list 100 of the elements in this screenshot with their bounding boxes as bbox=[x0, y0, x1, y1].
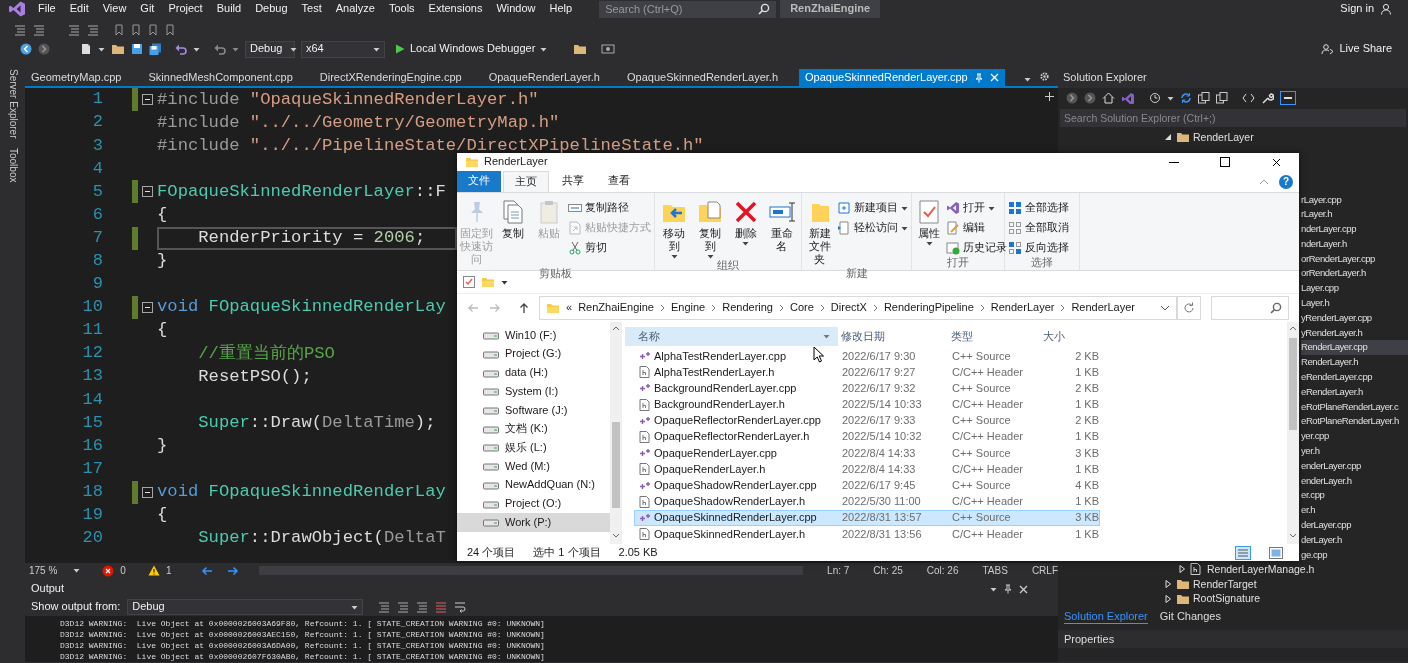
search-field[interactable]: Search Solution Explorer (Ctrl+;) bbox=[1060, 109, 1406, 127]
chevron-down-icon[interactable] bbox=[1160, 305, 1170, 311]
maximize-icon[interactable] bbox=[1220, 157, 1230, 167]
ribbon-button[interactable]: 打开 bbox=[946, 200, 1007, 216]
menu-item[interactable]: Extensions bbox=[421, 2, 490, 16]
file-row[interactable]: OpaqueReflectorRenderLayer.cpp 2022/6/17 9:33 C++ Source 2 KB bbox=[634, 412, 1100, 429]
tree-item[interactable]: derLayer.cpp bbox=[1301, 517, 1408, 533]
lines-icon[interactable] bbox=[87, 24, 99, 36]
panel-tab[interactable]: Solution Explorer bbox=[1064, 609, 1148, 625]
vs-logo-icon[interactable] bbox=[8, 0, 26, 18]
breadcrumb[interactable]: RenderLayer bbox=[1071, 301, 1135, 315]
tree-item[interactable]: yRenderLayer.h bbox=[1301, 324, 1408, 340]
tree-item[interactable]: rLayer.cpp bbox=[1301, 191, 1408, 207]
ribbon-button[interactable]: 复制到 bbox=[693, 196, 727, 260]
overflow-marker[interactable]: « bbox=[566, 301, 573, 315]
document-tab[interactable]: OpaqueSkinnedRenderLayer.cpp bbox=[799, 69, 1005, 86]
help-button[interactable]: ? bbox=[1279, 174, 1293, 189]
ribbon-button[interactable]: 删除 bbox=[729, 196, 763, 260]
close-icon[interactable] bbox=[1271, 157, 1281, 167]
bookmark-icon[interactable] bbox=[114, 24, 124, 36]
bookmark-icon[interactable] bbox=[131, 24, 141, 36]
file-row[interactable]: BackgroundRenderLayer.cpp 2022/6/17 9:32 C++ Source 2 KB bbox=[634, 380, 1100, 397]
person-icon[interactable] bbox=[1380, 3, 1392, 15]
code-icon[interactable] bbox=[1242, 92, 1255, 104]
folder-icon[interactable] bbox=[111, 43, 125, 55]
caret-icon[interactable] bbox=[990, 586, 997, 592]
wrap-icon[interactable] bbox=[454, 601, 467, 613]
ribbon-tab[interactable]: 共享 bbox=[551, 171, 595, 192]
file-row[interactable]: OpaqueShadowRenderLayer.cpp 2022/6/17 9:45 C++ Source 4 KB bbox=[634, 477, 1100, 494]
properties-icon[interactable] bbox=[463, 276, 475, 288]
ribbon-button[interactable]: 复制 bbox=[496, 196, 529, 267]
search-field[interactable] bbox=[1211, 296, 1289, 320]
collapsed-arrow-icon[interactable] bbox=[1162, 593, 1173, 604]
output-source-dropdown[interactable]: Debug bbox=[127, 599, 364, 615]
file-row[interactable]: OpaqueSkinnedRenderLayer.h 2022/8/31 13:56 C/C++ Header 1 KB bbox=[634, 526, 1100, 543]
collapse-icon[interactable] bbox=[142, 186, 153, 198]
nav-item[interactable]: NewAddQuan (N:) bbox=[457, 475, 610, 495]
collapsed-arrow-icon[interactable] bbox=[1162, 578, 1173, 589]
breadcrumb[interactable]: Rendering bbox=[722, 301, 773, 315]
nav-item[interactable]: Work (P:) bbox=[457, 512, 610, 532]
ribbon-button[interactable]: 历史记录 bbox=[946, 240, 1007, 256]
error-icon[interactable] bbox=[102, 564, 115, 577]
tree-item[interactable]: enderLayer.h bbox=[1301, 472, 1408, 488]
tree-item[interactable]: RenderTarget bbox=[1058, 576, 1408, 592]
tree-item[interactable]: Layer.h bbox=[1301, 295, 1408, 311]
forward-arrow-icon[interactable] bbox=[227, 565, 240, 576]
caret-icon[interactable] bbox=[1167, 95, 1174, 101]
lines-icon[interactable] bbox=[14, 24, 26, 36]
file-row[interactable]: OpaqueSkinnedRenderLayer.cpp 2022/8/31 13:57 C++ Source 3 KB bbox=[634, 509, 1100, 527]
caret-icon[interactable] bbox=[1024, 77, 1031, 82]
forward-icon[interactable] bbox=[1084, 92, 1096, 104]
menu-item[interactable]: Window bbox=[489, 2, 543, 16]
ribbon-button[interactable]: 轻松访问 bbox=[837, 220, 908, 236]
file-row[interactable]: OpaqueRenderLayer.cpp 2022/8/4 14:33 C++ Source 3 KB bbox=[634, 445, 1100, 462]
collapsed-arrow-icon[interactable] bbox=[1176, 564, 1187, 575]
column-header[interactable]: 类型 bbox=[948, 327, 1040, 346]
home-icon[interactable] bbox=[1102, 92, 1115, 104]
file-row[interactable]: AlphaTestRenderLayer.cpp 2022/6/17 9:30 C++ Source 2 KB bbox=[634, 348, 1100, 365]
caret-icon[interactable] bbox=[193, 46, 200, 52]
tree-item[interactable]: eRotPlaneRenderLayer.h bbox=[1301, 413, 1408, 429]
nav-item[interactable]: 娱乐 (L:) bbox=[457, 438, 610, 457]
breadcrumb[interactable]: RenZhaiEngine bbox=[578, 301, 654, 315]
menu-item[interactable]: Debug bbox=[248, 2, 295, 16]
forward-icon[interactable] bbox=[38, 43, 50, 55]
live-share-button[interactable]: Live Share bbox=[1321, 42, 1392, 56]
sync-icon[interactable] bbox=[1180, 92, 1192, 104]
menu-item[interactable]: Help bbox=[542, 2, 580, 16]
thumbnail-view-icon[interactable] bbox=[1269, 547, 1283, 559]
caret-icon[interactable] bbox=[98, 46, 105, 52]
tree-item[interactable]: eRenderLayer.h bbox=[1301, 384, 1408, 399]
tree-item[interactable]: Layer.cpp bbox=[1301, 280, 1408, 296]
ribbon-button[interactable]: 新建项目 bbox=[837, 200, 908, 216]
nav-item[interactable]: Software (J:) bbox=[457, 400, 610, 420]
minus-box-icon[interactable] bbox=[1280, 91, 1296, 105]
menu-item[interactable]: View bbox=[95, 2, 134, 16]
menu-item[interactable]: Test bbox=[294, 2, 329, 16]
tree-item[interactable]: RenderLayer bbox=[1058, 130, 1408, 145]
column-header[interactable]: 大小 bbox=[1040, 327, 1100, 346]
tree-item[interactable]: yRenderLayer.cpp bbox=[1301, 310, 1408, 325]
undo-icon[interactable] bbox=[175, 43, 187, 55]
ribbon-button[interactable]: 复制路径 bbox=[568, 200, 651, 216]
tree-item[interactable]: orRenderLayer.cpp bbox=[1301, 251, 1408, 266]
bookmark-icon[interactable] bbox=[148, 24, 158, 36]
tree-item[interactable]: nderLayer.cpp bbox=[1301, 221, 1408, 237]
column-header[interactable]: 名称 bbox=[625, 327, 838, 346]
vertical-scrollbar[interactable] bbox=[610, 322, 622, 544]
tree-item[interactable]: rLayer.h bbox=[1301, 206, 1408, 222]
split-icon[interactable] bbox=[1045, 92, 1054, 101]
tree-item[interactable]: RenderLayerManage.h bbox=[1058, 561, 1408, 577]
vertical-scrollbar[interactable] bbox=[1287, 322, 1299, 544]
lines-icon[interactable] bbox=[378, 601, 391, 613]
breadcrumb[interactable]: RenderingPipeline bbox=[883, 301, 974, 315]
breadcrumb[interactable]: DirectX bbox=[830, 301, 867, 315]
chevron-up-icon[interactable] bbox=[1259, 178, 1269, 185]
breadcrumb[interactable]: RenderLayer bbox=[990, 301, 1055, 315]
menu-item[interactable]: Tools bbox=[381, 2, 422, 16]
file-row[interactable]: AlphaTestRenderLayer.h 2022/6/17 9:27 C/C++ Header 1 KB bbox=[634, 364, 1100, 381]
tree-item[interactable]: yer.cpp bbox=[1301, 428, 1408, 444]
configuration-dropdown[interactable]: Debug bbox=[245, 40, 295, 58]
nav-item[interactable]: System (I:) bbox=[457, 382, 610, 401]
